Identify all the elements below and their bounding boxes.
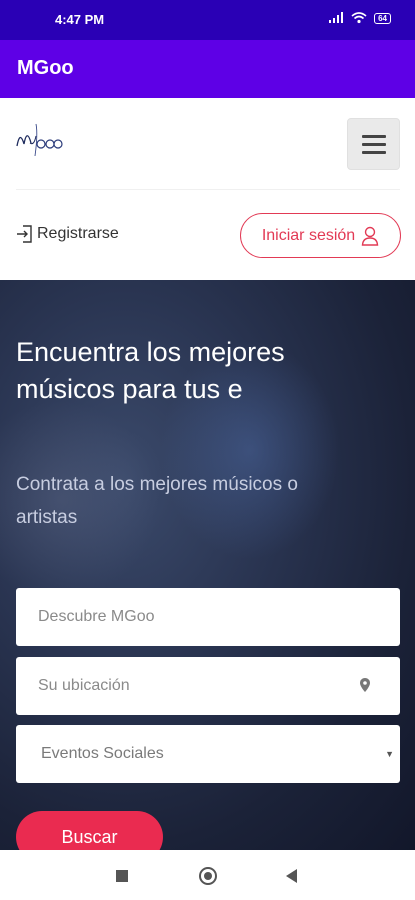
hamburger-menu-button[interactable] — [347, 118, 400, 170]
back-icon[interactable] — [286, 869, 297, 883]
android-nav-bar — [0, 850, 415, 900]
category-select[interactable]: Eventos Sociales ▼ — [16, 725, 400, 783]
login-button[interactable]: Iniciar sesión — [240, 213, 401, 258]
hero-subtitle: Contrata a los mejores músicos o artista… — [16, 474, 298, 528]
login-label: Iniciar sesión — [261, 226, 356, 244]
location-pin-icon — [360, 678, 370, 692]
status-time: 4:47 PM — [55, 12, 105, 27]
register-label: Registrarse — [37, 225, 119, 242]
search-button-label: Buscar — [61, 826, 118, 847]
login-arrow-icon — [17, 225, 32, 243]
home-icon[interactable] — [199, 867, 217, 885]
mgoo-logo[interactable] — [14, 116, 68, 160]
location-placeholder: Su ubicación — [38, 677, 130, 694]
user-icon — [361, 226, 379, 246]
hamburger-menu-icon — [361, 134, 386, 138]
search-placeholder: Descubre MGoo — [38, 608, 155, 625]
location-input[interactable]: Su ubicación — [16, 657, 400, 715]
app-title: MGoo — [17, 57, 74, 79]
search-input[interactable]: Descubre MGoo — [16, 588, 400, 646]
header-divider — [16, 189, 400, 190]
status-bar: 4:47 PM 64 — [0, 0, 415, 40]
dropdown-caret-icon: ▼ — [385, 749, 394, 759]
category-selected-value: Eventos Sociales — [41, 745, 164, 762]
signal-icon — [329, 12, 344, 23]
register-link[interactable]: Registrarse — [16, 224, 119, 244]
wifi-icon — [351, 12, 367, 24]
app-bar: MGoo — [0, 40, 415, 98]
battery-icon: 64 — [374, 12, 391, 24]
recent-apps-icon[interactable] — [116, 870, 128, 882]
status-icons: 64 — [328, 12, 391, 24]
hero-title: Encuentra los mejores músicos para tus e — [16, 337, 285, 404]
